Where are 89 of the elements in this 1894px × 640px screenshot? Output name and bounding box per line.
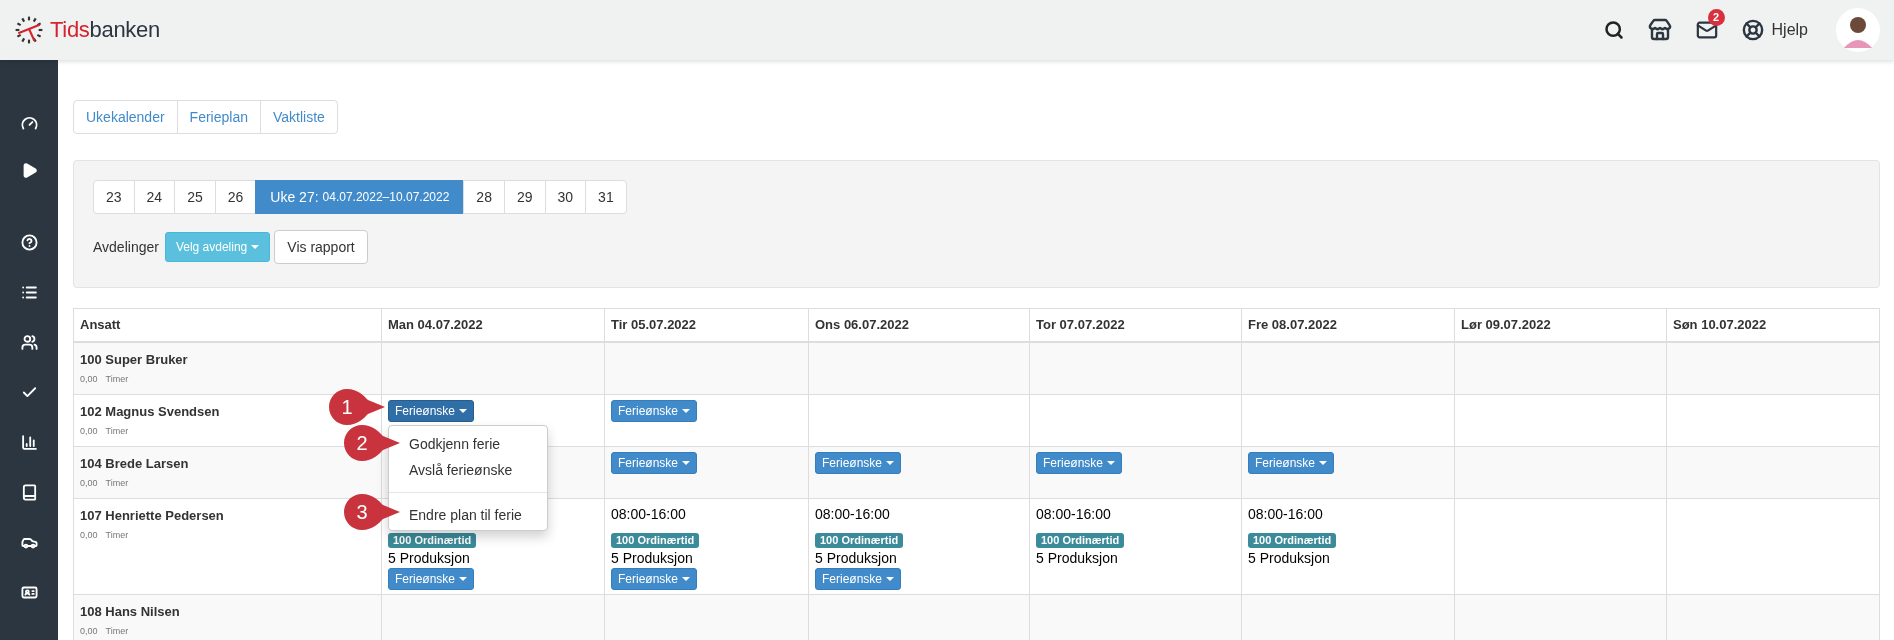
callout-marker: 1 [328, 388, 386, 426]
week-button[interactable]: 23 [93, 180, 135, 214]
report-button[interactable]: Vis rapport [274, 230, 368, 264]
request-dropdown-button[interactable]: Ferieønske [388, 400, 475, 422]
caret-icon [886, 577, 895, 581]
caret-icon [459, 409, 468, 413]
users-icon[interactable] [20, 334, 38, 351]
column-header: Fre 08.07.2022 [1241, 309, 1454, 341]
caret-icon [251, 245, 260, 249]
week-button[interactable]: 25 [174, 180, 216, 214]
employee-name: 102 Magnus Svendsen [80, 403, 220, 421]
clock-logo-icon [14, 15, 44, 45]
search-icon[interactable] [1603, 20, 1624, 40]
view-tab[interactable]: Ukekalender [73, 100, 178, 134]
hours-value: 0,00 [80, 529, 98, 541]
activity-text: 5 Produksjon [815, 550, 897, 566]
shift-time: 08:00-16:00 [1036, 506, 1111, 522]
work-type-label: 100 Ordinærtid [1248, 533, 1337, 548]
caret-icon [459, 577, 468, 581]
brand-wordmark[interactable]: Tidsbanken [50, 19, 160, 41]
shift-time: 08:00-16:00 [611, 506, 686, 522]
hours-value: 0,00 [80, 373, 98, 385]
column-header: Ons 06.07.2022 [808, 309, 1029, 341]
hours-unit: Timer [105, 529, 129, 541]
lifebuoy-icon [1741, 19, 1764, 41]
bar-chart-icon[interactable] [20, 434, 38, 451]
activity-text: 5 Produksjon [611, 550, 693, 566]
work-type-label: 100 Ordinærtid [611, 533, 700, 548]
help-icon[interactable] [20, 234, 38, 251]
id-card-icon[interactable] [20, 584, 38, 601]
week-button[interactable]: 28 [463, 180, 505, 214]
week-button[interactable]: Uke 27: 04.07.2022–10.07.2022 [255, 180, 465, 214]
work-type-label: 100 Ordinærtid [1036, 533, 1125, 548]
store-icon[interactable] [1647, 18, 1672, 42]
column-header: Ansatt [79, 316, 122, 335]
employee-name: 100 Super Bruker [80, 351, 188, 369]
request-dropdown-button[interactable]: Ferieønske [611, 568, 698, 590]
gauge-icon[interactable] [20, 115, 38, 132]
request-dropdown-button[interactable]: Ferieønske [1036, 452, 1123, 474]
list-icon[interactable] [20, 284, 38, 301]
view-tab[interactable]: Vaktliste [260, 100, 338, 134]
column-header: Søn 10.07.2022 [1666, 309, 1879, 341]
request-dropdown-button[interactable]: Ferieønske [815, 568, 902, 590]
activity-text: 5 Produksjon [1036, 550, 1118, 566]
column-header: Lør 09.07.2022 [1454, 309, 1666, 341]
callout-marker: 2 [343, 424, 401, 462]
shift-time: 08:00-16:00 [815, 506, 890, 522]
work-type-label: 100 Ordinærtid [815, 533, 904, 548]
avatar[interactable] [1836, 8, 1880, 52]
week-button[interactable]: 31 [585, 180, 627, 214]
view-tab[interactable]: Ferieplan [176, 100, 261, 134]
employee-name: 104 Brede Larsen [80, 455, 189, 473]
hours-value: 0,00 [80, 477, 98, 489]
shift-time: 08:00-16:00 [1248, 506, 1323, 522]
mail-icon[interactable] [1695, 19, 1718, 41]
employee-name: 107 Henriette Pedersen [80, 507, 224, 525]
week-button[interactable]: 30 [544, 180, 587, 214]
notification-count: 2 [1707, 9, 1725, 26]
hours-unit: Timer [105, 477, 129, 489]
request-dropdown-button[interactable]: Ferieønske [611, 400, 698, 422]
week-button[interactable]: 24 [133, 180, 176, 214]
hours-value: 0,00 [80, 625, 98, 637]
caret-icon [682, 409, 691, 413]
request-dropdown-button[interactable]: Ferieønske [815, 452, 902, 474]
request-dropdown-button[interactable]: Ferieønske [388, 568, 475, 590]
column-header: Man 04.07.2022 [381, 309, 604, 341]
caret-icon [682, 577, 691, 581]
book-icon[interactable] [20, 484, 38, 501]
employee-name: 108 Hans Nilsen [80, 603, 180, 621]
hours-unit: Timer [105, 373, 129, 385]
request-dropdown-button[interactable]: Ferieønske [1248, 452, 1335, 474]
column-header: Tir 05.07.2022 [604, 309, 808, 341]
caret-icon [886, 461, 895, 465]
week-button[interactable]: 26 [214, 180, 257, 214]
activity-text: 5 Produksjon [388, 550, 470, 566]
hours-value: 0,00 [80, 425, 98, 437]
caret-icon [1107, 461, 1116, 465]
caret-icon [682, 461, 691, 465]
caret-icon [1319, 461, 1328, 465]
help-button[interactable]: Hjelp [1741, 18, 1808, 42]
request-dropdown-button[interactable]: Ferieønske [611, 452, 698, 474]
hours-unit: Timer [105, 625, 129, 637]
work-type-label: 100 Ordinærtid [388, 533, 477, 548]
activity-text: 5 Produksjon [1248, 550, 1330, 566]
hours-unit: Timer [105, 425, 129, 437]
department-label: Avdelinger [93, 237, 159, 257]
callout-marker: 3 [343, 493, 401, 531]
column-header: Tor 07.07.2022 [1029, 309, 1241, 341]
week-button[interactable]: 29 [503, 180, 546, 214]
